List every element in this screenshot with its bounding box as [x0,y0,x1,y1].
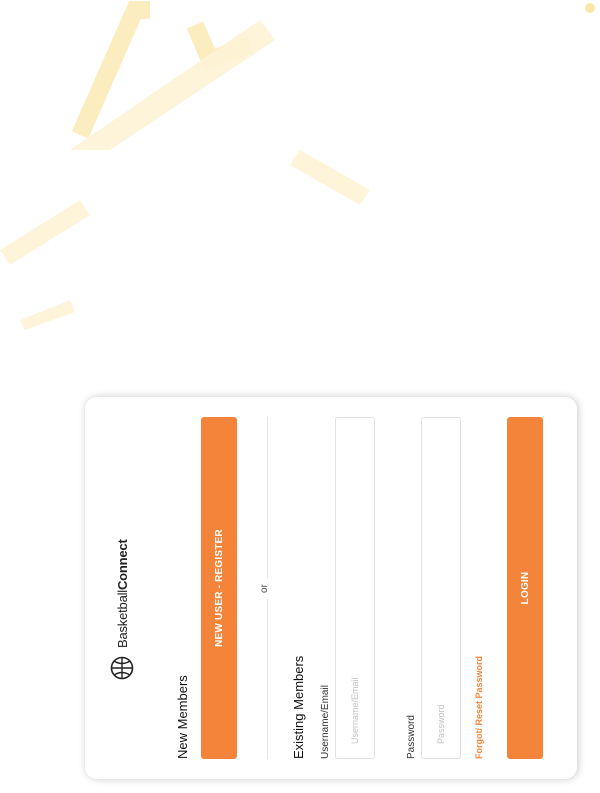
username-input[interactable] [335,417,375,759]
password-input[interactable] [421,417,461,759]
basketball-icon [110,656,134,680]
new-members-heading: New Members [175,675,190,759]
login-card: BasketballConnect New Members NEW USER -… [85,397,577,779]
register-button[interactable]: NEW USER - REGISTER [201,417,237,759]
password-label: Password [406,715,417,759]
background-watermark [0,1,595,330]
existing-members-heading: Existing Members [291,655,306,759]
forgot-password-link[interactable]: Forgot/ Reset Password [474,656,484,759]
login-button[interactable]: LOGIN [507,417,543,759]
username-label: Username/Email [320,685,331,759]
brand-name: BasketballConnect [114,539,130,648]
divider-text: or [259,578,270,599]
brand-logo: BasketballConnect [110,539,134,680]
